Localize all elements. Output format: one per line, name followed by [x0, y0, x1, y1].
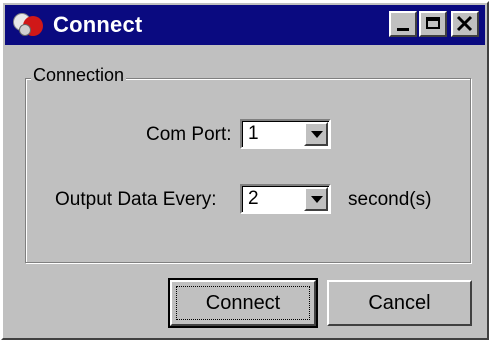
title-bar[interactable]: Connect — [5, 5, 485, 45]
com-port-select[interactable]: 1 — [240, 119, 331, 149]
minimize-button[interactable] — [389, 11, 417, 37]
maximize-button[interactable] — [419, 11, 447, 37]
window-title: Connect — [53, 12, 143, 37]
minimize-icon — [397, 28, 409, 31]
close-icon — [456, 15, 473, 32]
output-every-dropdown-button[interactable] — [304, 187, 328, 211]
window-controls — [387, 11, 479, 37]
output-every-select[interactable]: 2 — [240, 184, 331, 214]
connection-groupbox — [25, 78, 471, 263]
com-port-dropdown-button[interactable] — [304, 122, 328, 146]
connect-dialog: Connect Connection Com Port: 1 Output Da… — [1, 1, 489, 340]
connect-button[interactable]: Connect — [168, 278, 318, 328]
com-port-label: Com Port: — [146, 124, 232, 145]
connect-button-label: Connect — [205, 291, 281, 314]
close-button[interactable] — [451, 11, 479, 37]
output-every-value: 2 — [248, 188, 259, 209]
app-bubbles-icon — [11, 10, 49, 40]
chevron-down-icon — [311, 131, 323, 138]
cancel-button[interactable]: Cancel — [327, 280, 472, 326]
cancel-button-label: Cancel — [368, 291, 431, 314]
connection-group-label: Connection — [31, 65, 127, 86]
maximize-icon — [426, 17, 440, 29]
com-port-value: 1 — [248, 123, 259, 144]
seconds-unit-label: second(s) — [348, 189, 432, 210]
output-every-label: Output Data Every: — [55, 189, 217, 210]
chevron-down-icon — [311, 196, 323, 203]
